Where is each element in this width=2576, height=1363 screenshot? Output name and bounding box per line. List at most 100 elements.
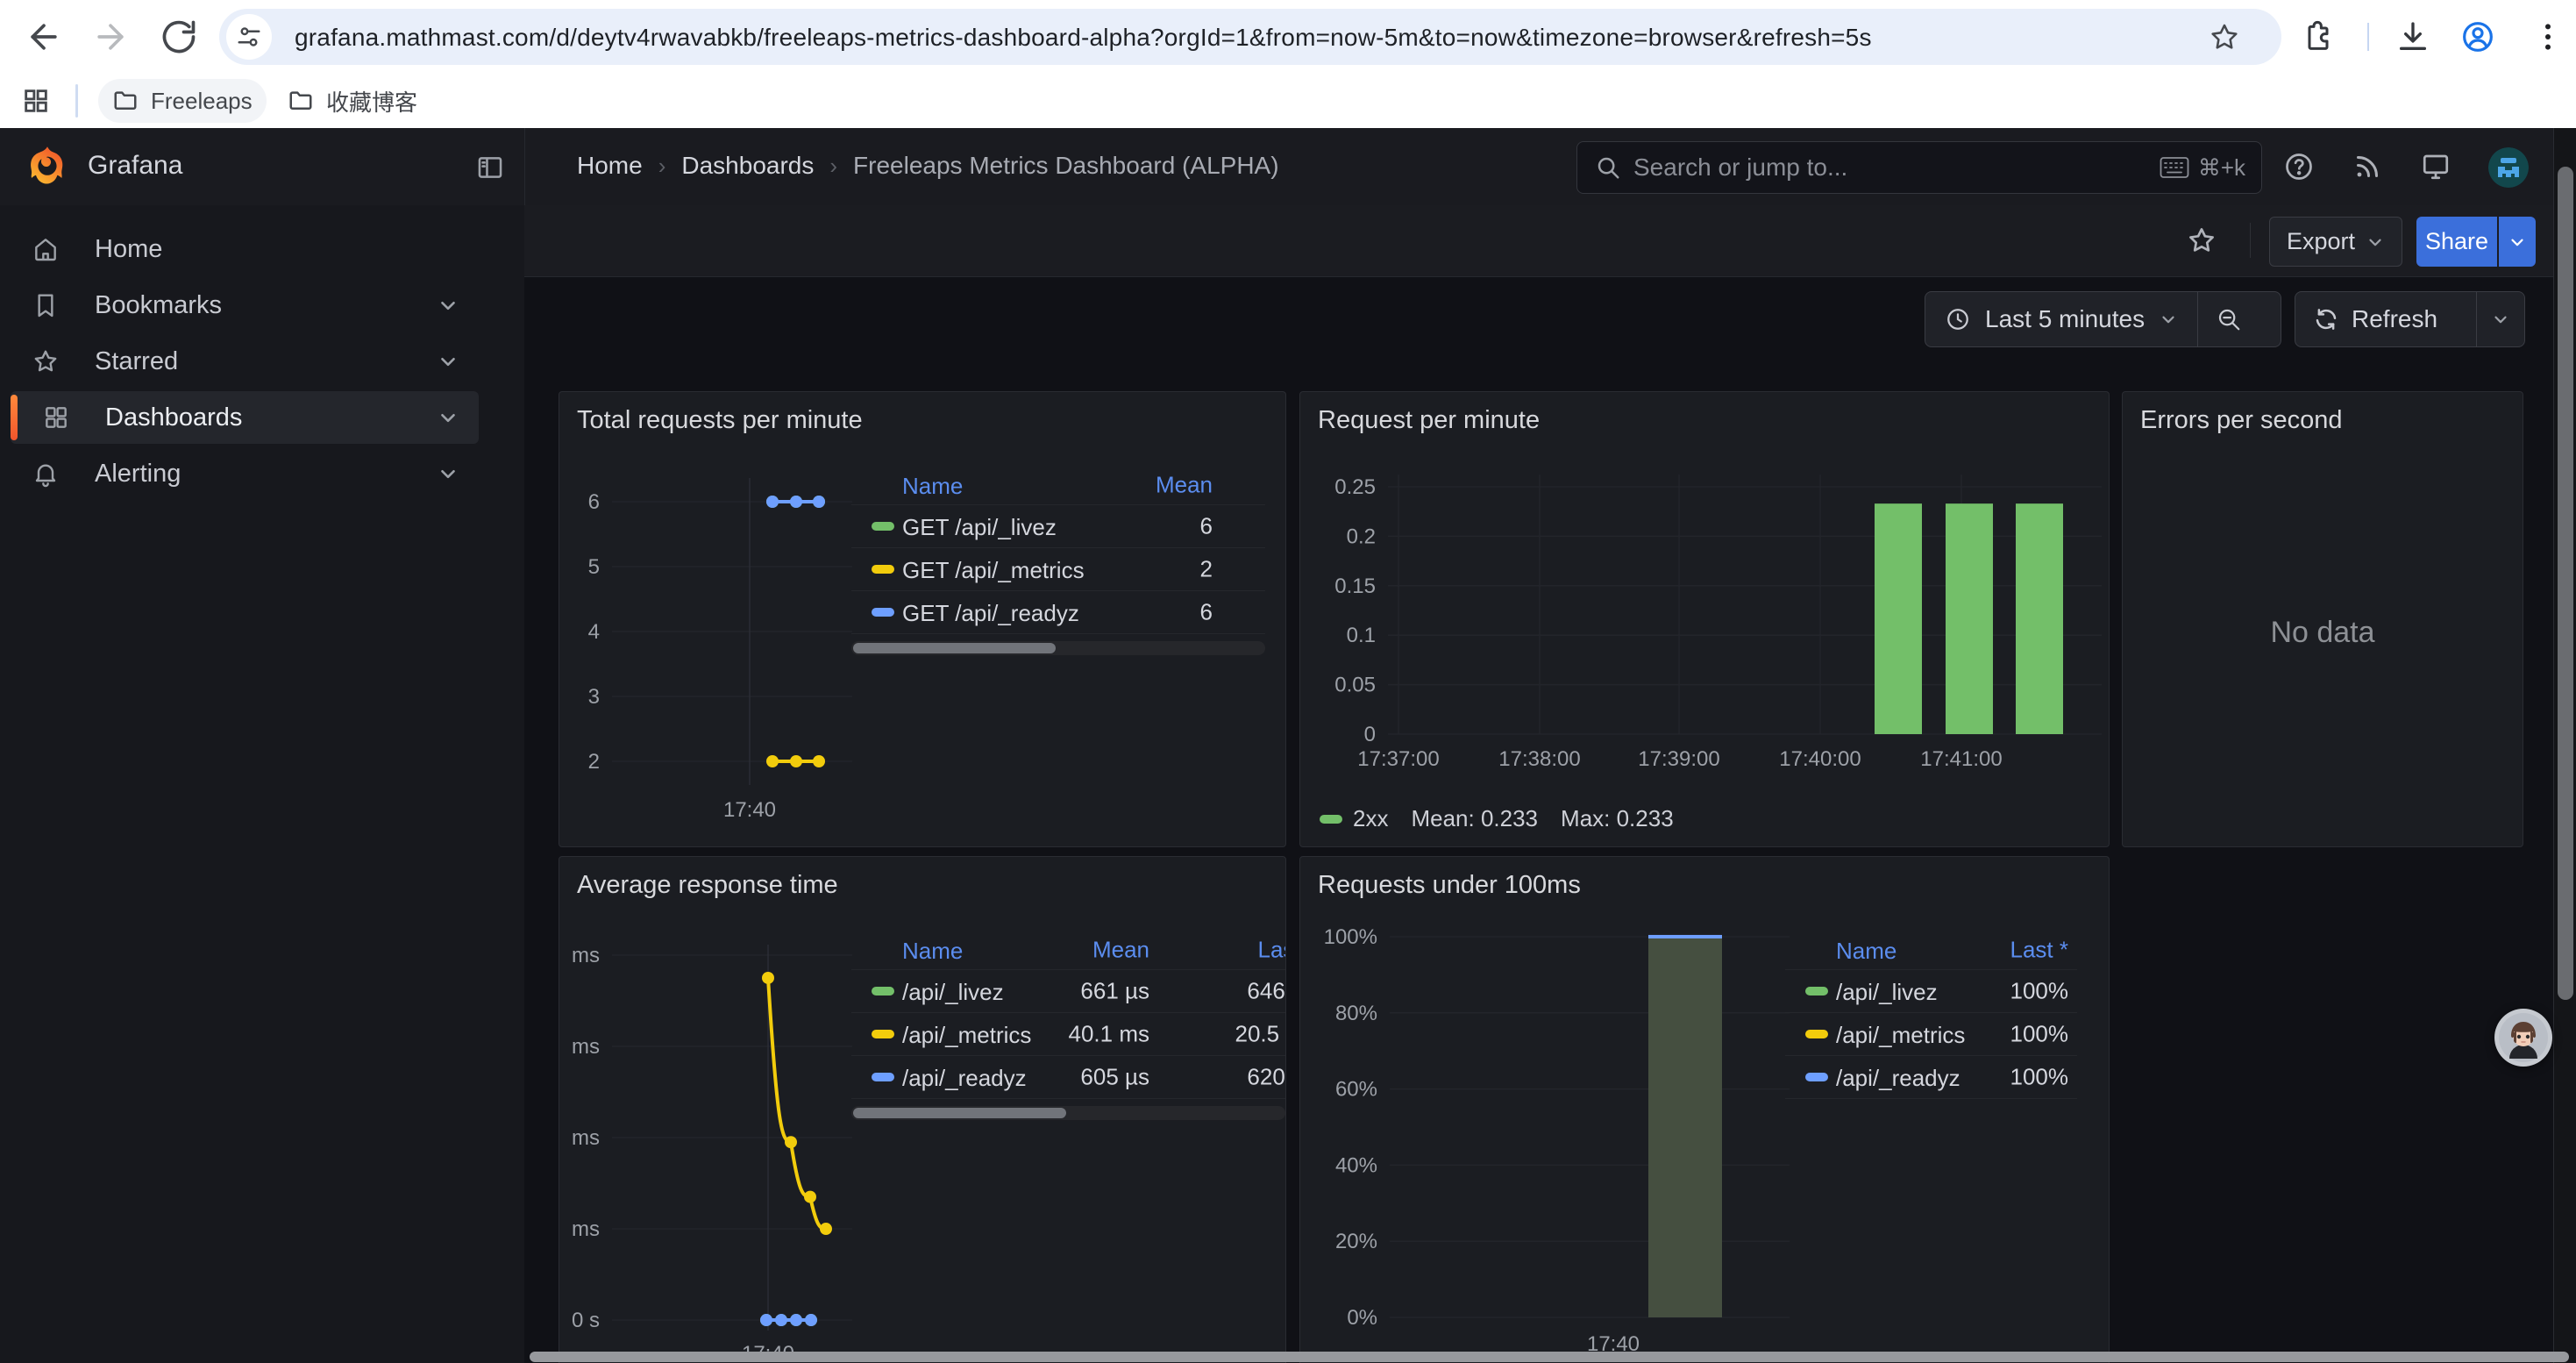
search-input[interactable]: Search or jump to... ⌘+k	[1576, 141, 2262, 194]
panel-requests-under-100ms[interactable]: Requests under 100ms 100%80%60%40%20%0%1…	[1299, 856, 2110, 1363]
svg-text:80%: 80%	[1335, 1002, 1377, 1025]
legend-series-label[interactable]: 2xx	[1353, 805, 1388, 832]
column-header[interactable]: Last *	[1785, 937, 2068, 964]
horizontal-scrollbar-thumb[interactable]	[530, 1352, 2569, 1362]
zoom-out-button[interactable]	[2198, 292, 2259, 346]
panel-errors-per-second[interactable]: Errors per second No data	[2122, 391, 2523, 847]
monitor-icon[interactable]	[2420, 151, 2451, 182]
svg-text:17:41:00: 17:41:00	[1920, 747, 2002, 771]
panel-average-response-time[interactable]: Average response time 80 ms60 ms40 ms20 …	[559, 856, 1286, 1363]
bookmarks-bar: Freeleaps 收藏博客	[0, 74, 2576, 129]
share-menu-button[interactable]	[2499, 217, 2536, 267]
favorite-star-icon[interactable]	[2186, 225, 2217, 256]
bell-icon	[32, 460, 60, 488]
header-divider	[524, 128, 525, 206]
apps-grid-icon[interactable]	[21, 86, 51, 116]
svg-text:3: 3	[588, 685, 600, 709]
table-cell: 20.5 ms	[851, 1021, 1285, 1048]
chevron-down-icon[interactable]	[437, 294, 459, 317]
timeseries-chart: 6543217:40	[566, 469, 857, 831]
table-scrollbar[interactable]	[851, 641, 1265, 655]
bookmark-folder-blogs[interactable]: 收藏博客	[274, 79, 431, 123]
table-row[interactable]: /api/_metrics100%	[1785, 1013, 2077, 1056]
table-header-row[interactable]: NameMean	[851, 466, 1265, 505]
help-icon[interactable]	[2283, 151, 2315, 182]
breadcrumb-dashboards[interactable]: Dashboards	[681, 152, 814, 180]
back-icon[interactable]	[25, 18, 63, 56]
export-button[interactable]: Export	[2269, 217, 2402, 267]
vertical-scrollbar-thumb[interactable]	[2558, 167, 2573, 1000]
chevron-down-icon	[2508, 232, 2527, 252]
table-scrollbar-thumb[interactable]	[853, 1108, 1066, 1118]
refresh-button[interactable]: Refresh	[2295, 292, 2476, 346]
table-cell: 620 µs	[851, 1064, 1285, 1091]
news-rss-icon[interactable]	[2352, 151, 2383, 182]
panel-total-requests[interactable]: Total requests per minute 6543217:40 Nam…	[559, 391, 1286, 847]
table-scrollbar[interactable]	[851, 1106, 1285, 1120]
table-row[interactable]: GET /api/_livez6	[851, 505, 1265, 548]
reload-icon[interactable]	[160, 18, 198, 56]
sidebar-item-alerting[interactable]: Alerting	[11, 447, 479, 500]
svg-text:5: 5	[588, 555, 600, 579]
assistant-avatar[interactable]	[2494, 1009, 2552, 1067]
grafana-logo-icon[interactable]	[25, 144, 70, 189]
sidebar: Home Bookmarks Starred Dashboards Al	[0, 205, 525, 1363]
chevron-down-icon[interactable]	[437, 406, 459, 429]
extensions-icon[interactable]	[2301, 19, 2336, 54]
table-header-row[interactable]: NameLast *	[1785, 931, 2077, 970]
table-row[interactable]: /api/_livez661 µs646 µs	[851, 970, 1285, 1013]
table-cell: 100%	[1785, 978, 2068, 1005]
chevron-down-icon[interactable]	[437, 350, 459, 373]
column-header[interactable]: Last *	[851, 937, 1285, 964]
legend-table: NameLast */api/_livez100%/api/_metrics10…	[1785, 931, 2077, 1099]
breadcrumb-home[interactable]: Home	[577, 152, 643, 180]
table-scrollbar-thumb[interactable]	[853, 643, 1056, 653]
sidebar-item-dashboards[interactable]: Dashboards	[11, 391, 479, 444]
browser-toolbar: grafana.mathmast.com/d/deytv4rwavabkb/fr…	[0, 0, 2576, 74]
menu-kebab-icon[interactable]	[2530, 19, 2565, 54]
svg-text:0.15: 0.15	[1334, 574, 1376, 598]
bookmark-star-icon[interactable]	[2210, 22, 2239, 52]
time-range-picker[interactable]: Last 5 minutes	[1925, 292, 2197, 346]
svg-text:17:40:00: 17:40:00	[1779, 747, 1861, 771]
panel-title: Total requests per minute	[577, 406, 863, 435]
svg-text:100%: 100%	[1324, 927, 1377, 949]
table-row[interactable]: /api/_livez100%	[1785, 970, 2077, 1013]
svg-text:0.2: 0.2	[1347, 525, 1376, 548]
column-header[interactable]: Mean	[851, 472, 1213, 499]
forward-icon[interactable]	[91, 18, 130, 56]
sidebar-item-home[interactable]: Home	[11, 223, 479, 275]
user-avatar[interactable]	[2488, 147, 2529, 188]
table-cell: 6	[851, 599, 1213, 626]
sidebar-item-label: Alerting	[95, 460, 437, 489]
sidebar-item-starred[interactable]: Starred	[11, 335, 479, 388]
sidebar-toggle-icon[interactable]	[475, 153, 505, 182]
svg-text:80 ms: 80 ms	[566, 944, 600, 967]
svg-text:0.05: 0.05	[1334, 674, 1376, 697]
address-bar[interactable]: grafana.mathmast.com/d/deytv4rwavabkb/fr…	[219, 9, 2281, 65]
sidebar-item-label: Home	[95, 235, 479, 264]
chevron-down-icon[interactable]	[437, 462, 459, 485]
clock-icon	[1945, 306, 1971, 332]
table-row[interactable]: /api/_readyz605 µs620 µs	[851, 1056, 1285, 1099]
table-row[interactable]: /api/_metrics40.1 ms20.5 ms	[851, 1013, 1285, 1056]
svg-text:20 ms: 20 ms	[566, 1217, 600, 1241]
refresh-label: Refresh	[2352, 305, 2437, 333]
share-button[interactable]: Share	[2416, 217, 2497, 267]
table-row[interactable]: /api/_readyz100%	[1785, 1056, 2077, 1099]
bookmark-folder-freeleaps[interactable]: Freeleaps	[98, 79, 267, 123]
table-row[interactable]: GET /api/_metrics2	[851, 548, 1265, 591]
breadcrumb-separator: ›	[829, 153, 837, 180]
sidebar-item-bookmarks[interactable]: Bookmarks	[11, 279, 479, 332]
brand-name[interactable]: Grafana	[88, 151, 182, 181]
refresh-interval-button[interactable]	[2477, 292, 2524, 346]
panel-request-per-minute[interactable]: Request per minute 0.250.20.150.10.05017…	[1299, 391, 2110, 847]
site-settings-icon[interactable]	[226, 14, 272, 60]
table-header-row[interactable]: NameMeanLast *	[851, 931, 1285, 970]
profile-icon[interactable]	[2460, 19, 2495, 54]
table-row[interactable]: GET /api/_readyz6	[851, 591, 1265, 634]
sidebar-item-label: Bookmarks	[95, 291, 437, 320]
no-data-message: No data	[2123, 616, 2523, 650]
svg-text:17:38:00: 17:38:00	[1498, 747, 1580, 771]
downloads-icon[interactable]	[2395, 19, 2430, 54]
